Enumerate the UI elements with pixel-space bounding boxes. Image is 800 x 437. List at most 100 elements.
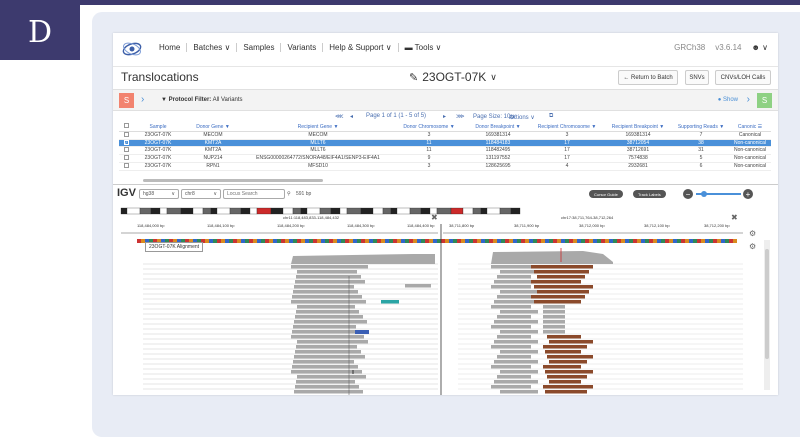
table-row[interactable]: 23OGT-07K NUP214 ENSG00000264772/SNORA48/E… [119,154,771,163]
sequence-base [573,239,577,243]
read-gray [543,305,565,309]
row-checkbox[interactable] [119,131,133,140]
row-checkbox[interactable] [119,146,133,155]
top-accent-bar [0,0,800,5]
genome-select[interactable]: hg38 ∨ [139,189,179,199]
nav-batches[interactable]: Batches ∨ [187,43,238,52]
export-icon[interactable]: ⧉ [549,113,553,120]
col-recipient-gene[interactable]: Recipient Gene ▼ [243,123,393,132]
table-row[interactable]: 23OGT-07K RPN1 MFSD10 3 128625695 4 2932681 6 No… [119,162,771,171]
sequence-base [517,239,521,243]
chevron-right-icon[interactable]: › [141,94,144,105]
locus-left-label: chr11:118,483,833-118,484,432 [283,215,340,220]
snvs-button[interactable]: SNVs [685,70,709,85]
app-version: v3.6.14 [715,43,742,52]
col-donor-breakpoint[interactable]: Donor Breakpoint ▼ [465,123,531,132]
table-cell: 11 [393,146,465,155]
col-recipient-breakpoint[interactable]: Recipient Breakpoint ▼ [603,123,673,132]
nav-tools[interactable]: ▬ Tools ∨ [399,43,448,52]
read-gray [295,315,363,319]
return-to-batch-button[interactable]: ← Return to Batch [618,70,678,85]
sequence-base [429,239,433,243]
table-cell: Canonical [729,131,771,140]
col-canonical[interactable]: Canonic ☰ [729,123,771,132]
col-supporting-reads[interactable]: Supporting Reads ▼ [673,123,729,132]
filter-toggle-right-button[interactable]: S [757,93,772,108]
sequence-base [633,239,637,243]
edit-pencil-icon: ✎ [409,71,419,84]
sample-selector[interactable]: ✎ 23OGT-07K ∨ [409,70,497,84]
col-recipient-chromosome[interactable]: Recipient Chromosome ▼ [531,123,603,132]
table-cell: 23OGT-07K [133,162,183,171]
read-gray [296,345,357,349]
chevron-right-icon[interactable]: › [747,94,750,105]
row-checkbox[interactable] [119,154,133,163]
sequence-base [569,239,573,243]
sequence-base [349,239,353,243]
sequence-base [713,239,717,243]
ideogram-band [346,207,362,215]
track-labels-button[interactable]: Track Labels [633,190,666,198]
close-right-panel-icon[interactable]: ✖ [731,213,738,222]
protocol-filter[interactable]: ▼ Protocol Filter: All Variants [161,97,243,103]
row-checkbox[interactable]: ✓ [119,139,133,147]
horizontal-scrollbar[interactable] [143,179,323,182]
ideogram-band [166,207,182,215]
filter-toggle-left-button[interactable]: S [119,93,134,108]
ideogram-band [256,207,272,215]
read-gray [296,310,359,314]
table-row[interactable]: 23OGT-07K KMT2A MLLT6 11 118482495 17 38712691… [119,146,771,155]
close-left-panel-icon[interactable]: ✖ [431,213,438,222]
zoom-slider-handle[interactable] [701,191,707,197]
table-cell: 38712054 [603,139,673,147]
nav-home[interactable]: Home [153,43,188,52]
gear-icon[interactable]: ⚙ [749,242,756,251]
show-columns-link[interactable]: ● Show [718,97,738,103]
search-icon[interactable]: ⚲ [287,189,291,199]
last-page-button[interactable]: ⋙ [456,113,465,120]
sequence-base [337,239,341,243]
sequence-base [665,239,669,243]
nav-help-support[interactable]: Help & Support ∨ [323,43,399,52]
nav-variants[interactable]: Variants [281,43,324,52]
table-cell: MLLT6 [243,146,393,155]
table-cell: 17 [531,146,603,155]
table-cell: 4 [531,162,603,171]
col-donor-chromosome[interactable]: Donor Chromosome ▼ [393,123,465,132]
table-cell: 38712691 [603,146,673,155]
select-all-checkbox[interactable] [119,123,133,132]
sequence-base [549,239,553,243]
sequence-base [301,239,305,243]
sequence-base [437,239,441,243]
chromosome-select[interactable]: chr8 ∨ [181,189,221,199]
nav-samples[interactable]: Samples [237,43,282,52]
cnvs-loh-button[interactable]: CNVs/LOH Calls [715,70,771,85]
table-cell: 11 [393,139,465,147]
sequence-base [489,239,493,243]
columns-menu-icon[interactable]: ☰ [758,124,762,130]
user-icon[interactable]: ☻ ∨ [752,43,769,52]
zoom-out-button[interactable]: − [683,189,693,199]
prev-page-button[interactable]: ◂ [350,113,353,120]
col-sample[interactable]: Sample [133,123,183,132]
zoom-in-button[interactable]: + [743,189,753,199]
sequence-base [405,239,409,243]
locus-search-input[interactable] [223,189,285,199]
row-checkbox[interactable] [119,162,133,171]
table-row[interactable]: 23OGT-07K MECOM MECOM 3 169381314 3 169381314 7… [119,131,771,140]
ruler-tick-label: 118,484,300 bp [347,223,375,228]
table-cell: NUP214 [183,154,243,163]
cursor-guide-button[interactable]: Cursor Guide [589,190,623,198]
vertical-scroll-thumb[interactable] [765,249,769,359]
ideogram-band [462,207,474,215]
next-page-button[interactable]: ▸ [443,113,446,120]
table-row[interactable]: ✓ 23OGT-07K KMT2A MLLT6 11 118484183 17 3871205… [119,139,771,147]
read-brown [549,340,593,344]
gear-icon[interactable]: ⚙ [749,229,756,238]
sequence-base [381,239,385,243]
app-logo-icon[interactable] [121,40,143,58]
read-gray [291,265,368,269]
first-page-button[interactable]: ⋘ [335,113,344,120]
read-gray [293,360,354,364]
col-donor-gene[interactable]: Donor Gene ▼ [183,123,243,132]
